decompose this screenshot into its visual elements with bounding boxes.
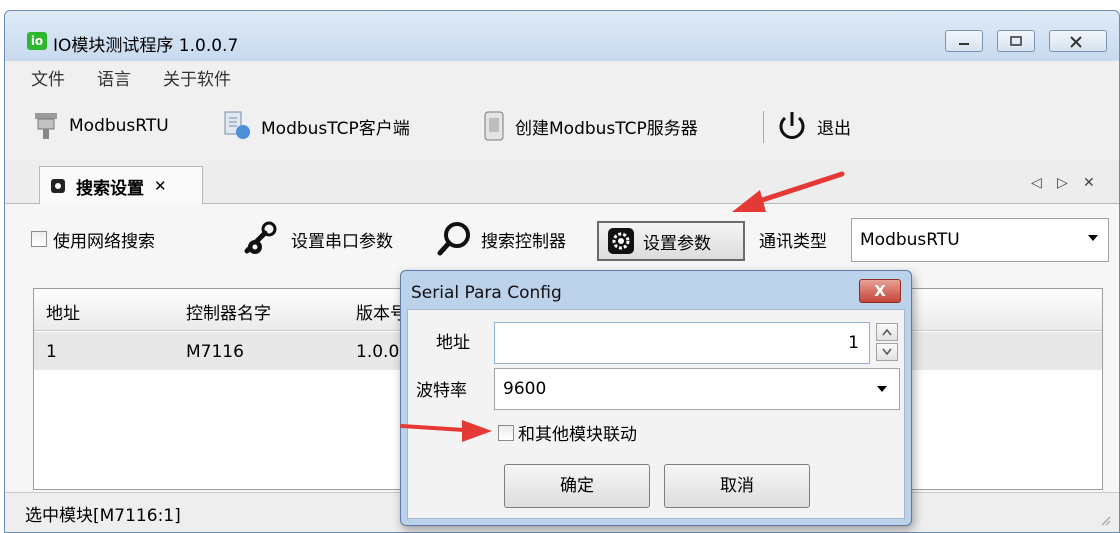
search-icon: [437, 222, 470, 256]
spin-up-button[interactable]: [876, 323, 898, 341]
maximize-button[interactable]: [997, 30, 1035, 52]
serial-para-config-dialog: Serial Para Config X 地址 1 波特率 9600 和其他模块…: [400, 270, 912, 526]
toolbar: ModbusRTU ModbusTCP客户端 创建ModbusTCP服务器 退出: [5, 91, 1119, 159]
resize-grip-icon[interactable]: [1099, 514, 1111, 526]
settings-tab-icon: [51, 179, 65, 193]
minimize-icon: [959, 43, 969, 45]
ok-button[interactable]: 确定: [504, 464, 650, 508]
comm-type-select[interactable]: ModbusRTU: [851, 218, 1109, 262]
address-spinner[interactable]: [876, 323, 900, 363]
gear-icon: [608, 228, 634, 254]
cell-address: 1: [46, 342, 57, 362]
spin-down-button[interactable]: [876, 343, 898, 361]
cell-version: 1.0.0: [356, 342, 400, 362]
modbus-tcp-client-label: ModbusTCP客户端: [261, 118, 410, 139]
dialog-close-button[interactable]: X: [859, 279, 901, 303]
network-search-checkbox[interactable]: [31, 231, 47, 247]
network-client-icon: [224, 111, 250, 139]
modbus-rtu-button[interactable]: ModbusRTU: [31, 109, 169, 143]
exit-button[interactable]: 退出: [775, 109, 851, 143]
dropdown-arrow-icon: [877, 386, 887, 392]
tab-scroll-right-icon[interactable]: ▷: [1057, 175, 1068, 191]
chevron-down-icon: [882, 348, 892, 356]
window-title: IO模块测试程序 1.0.0.7: [53, 36, 239, 56]
dropdown-arrow-icon: [1088, 235, 1098, 241]
search-controller-button[interactable]: 搜索控制器: [437, 222, 566, 256]
set-serial-params-label: 设置串口参数: [291, 231, 393, 252]
baud-rate-label: 波特率: [416, 381, 467, 401]
app-icon: io: [27, 32, 47, 50]
network-search-toggle[interactable]: 使用网络搜索: [31, 222, 155, 256]
dialog-title: Serial Para Config: [411, 283, 562, 303]
comm-type-label: 通讯类型: [759, 231, 827, 252]
dialog-body: 地址 1 波特率 9600 和其他模块联动 确定 取消: [407, 309, 905, 519]
menu-language[interactable]: 语言: [97, 65, 131, 90]
address-input[interactable]: 1: [494, 322, 870, 364]
column-header-address[interactable]: 地址: [46, 299, 80, 324]
network-search-label: 使用网络搜索: [53, 231, 155, 252]
column-header-name[interactable]: 控制器名字: [186, 299, 271, 324]
toolbar-separator: [763, 111, 764, 143]
close-icon: [1070, 36, 1082, 48]
set-serial-params-button[interactable]: 设置串口参数: [241, 221, 393, 256]
tab-label: 搜索设置: [76, 178, 144, 199]
address-label: 地址: [436, 333, 470, 353]
maximize-icon: [1010, 36, 1022, 46]
link-modules-checkbox[interactable]: [498, 424, 514, 441]
link-modules-label: 和其他模块联动: [518, 425, 637, 445]
serial-plug-icon: [35, 113, 57, 139]
status-text: 选中模块[M7116:1]: [25, 506, 181, 526]
chevron-up-icon: [882, 328, 892, 336]
tab-close-icon[interactable]: ✕: [154, 177, 167, 195]
cell-name: M7116: [186, 342, 244, 362]
server-icon: [484, 111, 504, 141]
minimize-button[interactable]: [945, 30, 983, 52]
link-modules-toggle[interactable]: 和其他模块联动: [498, 420, 637, 445]
baud-rate-select[interactable]: 9600: [494, 368, 900, 410]
controls-row: 使用网络搜索 设置串口参数 搜索控制器 设置参数 通讯类型 ModbusRTU: [5, 204, 1119, 272]
menu-file[interactable]: 文件: [31, 65, 65, 90]
modbus-tcp-client-button[interactable]: ModbusTCP客户端: [221, 109, 410, 143]
title-bar[interactable]: io IO模块测试程序 1.0.0.7: [5, 11, 1119, 61]
exit-label: 退出: [817, 118, 851, 139]
tab-scroll-left-icon[interactable]: ◁: [1031, 175, 1042, 191]
tab-strip: 搜索设置 ✕ ◁ ▷ ✕: [5, 159, 1119, 205]
annotation-arrow-link-checkbox: [400, 420, 492, 442]
wrench-gear-icon: [244, 221, 277, 254]
menu-about[interactable]: 关于软件: [163, 65, 231, 90]
search-controller-label: 搜索控制器: [481, 231, 566, 252]
set-params-label: 设置参数: [643, 233, 711, 254]
create-tcp-server-label: 创建ModbusTCP服务器: [515, 118, 698, 139]
menu-bar: 文件 语言 关于软件: [5, 61, 1119, 91]
power-icon: [779, 112, 805, 139]
close-window-button[interactable]: [1049, 30, 1107, 52]
comm-type-value: ModbusRTU: [860, 230, 960, 250]
create-tcp-server-button[interactable]: 创建ModbusTCP服务器: [481, 109, 698, 143]
modbus-rtu-label: ModbusRTU: [69, 116, 169, 136]
set-params-button[interactable]: 设置参数: [597, 221, 745, 261]
cancel-button[interactable]: 取消: [664, 464, 810, 508]
annotation-arrow-set-params: [732, 171, 845, 212]
baud-rate-value: 9600: [503, 379, 547, 399]
tab-search-settings[interactable]: 搜索设置 ✕: [39, 166, 203, 205]
tab-strip-close-icon[interactable]: ✕: [1083, 175, 1095, 191]
